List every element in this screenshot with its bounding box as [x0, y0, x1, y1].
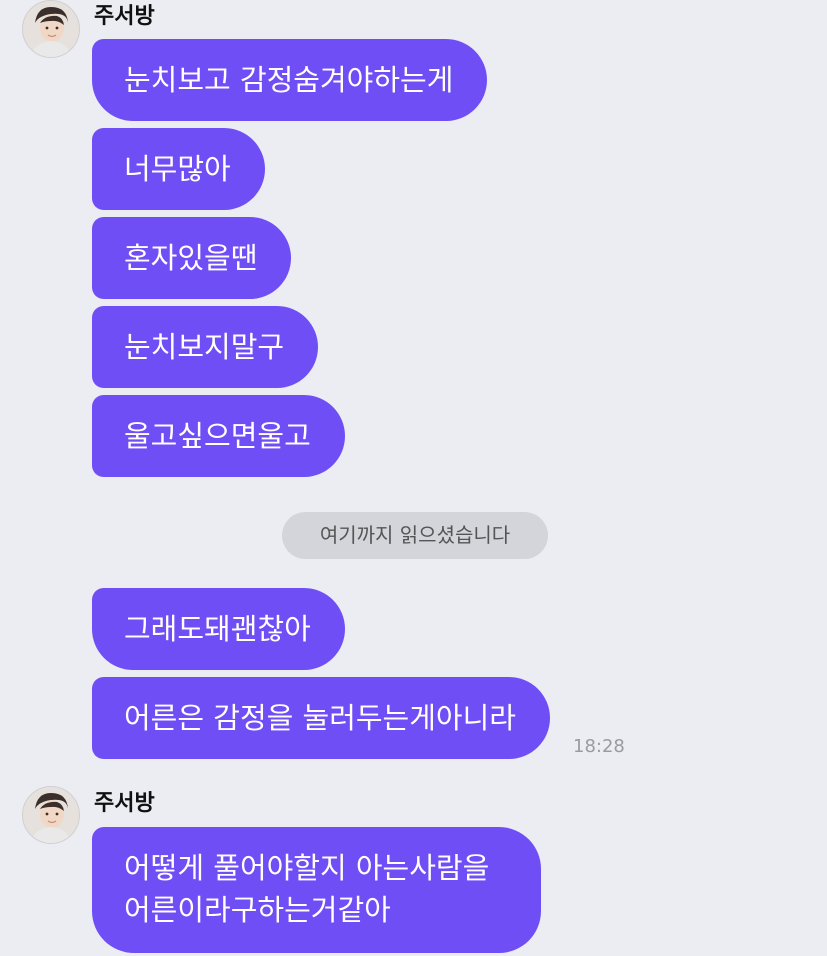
message-bubble[interactable]: 그래도돼괜찮아	[92, 588, 345, 670]
message-bubble[interactable]: 어떻게 풀어야할지 아는사람을 어른이라구하는거같아	[92, 827, 541, 953]
message-timestamp: 18:28	[573, 736, 625, 757]
avatar[interactable]	[22, 786, 80, 844]
message-bubble[interactable]: 눈치보고 감정숨겨야하는게	[92, 39, 488, 121]
message-bubble[interactable]: 어른은 감정을 눌러두는게아니라	[92, 677, 550, 759]
avatar[interactable]	[22, 0, 80, 58]
message-bubble[interactable]: 눈치보지말구	[92, 306, 319, 388]
message-bubble[interactable]: 혼자있을땐	[92, 217, 292, 299]
sender-name: 주서방	[94, 791, 155, 816]
read-marker-divider: 여기까지 읽으셨습니다	[282, 512, 548, 559]
message-bubble[interactable]: 너무많아	[92, 128, 265, 210]
avatar-photo	[23, 1, 79, 57]
sender-name: 주서방	[94, 4, 155, 29]
avatar-photo	[23, 787, 79, 843]
message-bubble[interactable]: 울고싶으면울고	[92, 395, 345, 477]
